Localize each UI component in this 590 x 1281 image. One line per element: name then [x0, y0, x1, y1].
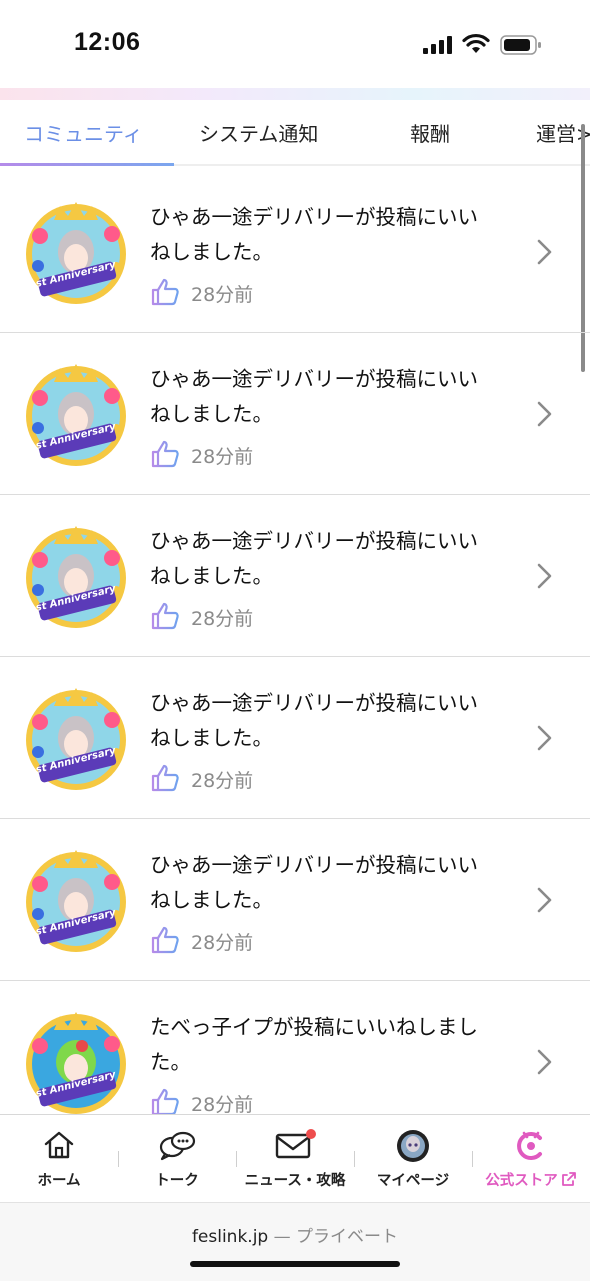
user-avatar-badge — [26, 526, 126, 628]
notification-message: たべっ子イプが投稿にいいねしまし た。 — [150, 1010, 520, 1080]
notification-row[interactable]: 1st Anniversary ひゃあ一途デリバリーが投稿にいい ねしました。 … — [0, 494, 590, 657]
nav-label: トーク — [155, 1173, 199, 1189]
clock-time: 12:06 — [74, 28, 141, 56]
notification-list: 1st Anniversary ひゃあ一途デリバリーが投稿にいい ねしました。 … — [0, 170, 590, 1114]
tab-rewards[interactable]: 報酬 — [410, 118, 450, 147]
user-avatar-badge — [26, 202, 126, 304]
notification-row[interactable]: 1st Anniversary ひゃあ一途デリバリーが投稿にいい ねしました。 … — [0, 656, 590, 819]
notification-text-line1: ひゃあ一途デリバリーが投稿にいい — [150, 205, 478, 229]
cellular-signal-icon — [423, 36, 452, 54]
notification-message: ひゃあ一途デリバリーが投稿にいい ねしました。 — [150, 362, 520, 432]
nav-label: ニュース・攻略 — [244, 1173, 346, 1189]
notification-message: ひゃあ一途デリバリーが投稿にいい ねしました。 — [150, 524, 520, 594]
notification-text-line2: た。 — [150, 1050, 191, 1074]
notification-text-line2: ねしました。 — [150, 564, 273, 588]
notification-time: 28分前 — [191, 932, 254, 954]
thumbs-up-icon — [151, 440, 179, 468]
notification-text-line2: ねしました。 — [150, 240, 273, 264]
chevron-right-icon[interactable] — [536, 886, 554, 914]
notification-tabs: コミュニティ システム通知 報酬 運営> — [0, 100, 590, 166]
url-domain: feslink.jp — [191, 1227, 269, 1247]
private-mode-label: — プライベート — [273, 1227, 399, 1247]
nav-news[interactable]: ニュース・攻略 — [236, 1115, 354, 1203]
nav-home[interactable]: ホーム — [0, 1115, 118, 1203]
chevron-right-icon[interactable] — [536, 562, 554, 590]
thumbs-up-icon — [151, 1088, 179, 1114]
notification-text-line1: ひゃあ一途デリバリーが投稿にいい — [150, 691, 478, 715]
nav-label: マイページ — [376, 1173, 450, 1189]
notification-message: ひゃあ一途デリバリーが投稿にいい ねしました。 — [150, 686, 520, 756]
notification-text-line2: ねしました。 — [150, 888, 273, 912]
store-label: 公式ストア — [485, 1173, 558, 1189]
store-icon — [517, 1131, 542, 1160]
external-link-icon — [561, 1172, 576, 1186]
chevron-right-icon[interactable] — [536, 400, 554, 428]
notification-message: ひゃあ一途デリバリーが投稿にいい ねしました。 — [150, 848, 520, 918]
mail-icon — [275, 1129, 316, 1159]
nav-mypage[interactable]: マイページ — [354, 1115, 472, 1203]
url-display[interactable]: feslink.jp — プライベート — [0, 1222, 590, 1247]
notification-time: 28分前 — [191, 770, 254, 792]
home-icon — [44, 1131, 74, 1159]
thumbs-up-icon — [151, 278, 179, 306]
nav-talk[interactable]: トーク — [118, 1115, 236, 1203]
chat-icon — [159, 1131, 196, 1161]
notification-time: 28分前 — [191, 446, 254, 468]
chevron-right-icon[interactable] — [536, 1048, 554, 1076]
notification-row[interactable]: 1st Anniversary ひゃあ一途デリバリーが投稿にいい ねしました。 … — [0, 170, 590, 333]
home-indicator[interactable] — [190, 1261, 400, 1267]
thumbs-up-icon — [151, 602, 179, 630]
notification-text-line1: たべっ子イプが投稿にいいねしまし — [150, 1015, 478, 1039]
notification-row[interactable]: 1st Anniversary たべっ子イプが投稿にいいねしまし た。 28分前 — [0, 980, 590, 1114]
status-bar: 12:06 — [0, 0, 590, 88]
notification-text-line2: ねしました。 — [150, 726, 273, 750]
notification-text-line1: ひゃあ一途デリバリーが投稿にいい — [150, 367, 478, 391]
notification-time: 28分前 — [191, 1094, 254, 1114]
nav-label: 公式ストア — [472, 1169, 590, 1190]
notification-message: ひゃあ一途デリバリーが投稿にいい ねしました。 — [150, 200, 520, 270]
profile-avatar-icon — [397, 1130, 429, 1162]
user-avatar-badge — [26, 364, 126, 466]
notification-text-line1: ひゃあ一途デリバリーが投稿にいい — [150, 529, 478, 553]
browser-address-bar[interactable]: feslink.jp — プライベート — [0, 1202, 590, 1281]
notification-time: 28分前 — [191, 284, 254, 306]
nav-official-store[interactable]: 公式ストア — [472, 1115, 590, 1203]
active-tab-underline — [0, 163, 174, 166]
thumbs-up-icon — [151, 926, 179, 954]
thumbs-up-icon — [151, 764, 179, 792]
tab-system-notice[interactable]: システム通知 — [199, 118, 318, 147]
bottom-navigation: ホーム トーク ニュース・攻略 マイページ 公式ストア — [0, 1114, 590, 1203]
battery-icon — [500, 35, 541, 55]
nav-label: ホーム — [37, 1173, 81, 1189]
notification-row[interactable]: 1st Anniversary ひゃあ一途デリバリーが投稿にいい ねしました。 … — [0, 818, 590, 981]
header-gradient-strip — [0, 88, 590, 100]
tab-community[interactable]: コミュニティ — [24, 118, 143, 147]
notification-row[interactable]: 1st Anniversary ひゃあ一途デリバリーが投稿にいい ねしました。 … — [0, 332, 590, 495]
notification-text-line1: ひゃあ一途デリバリーが投稿にいい — [150, 853, 478, 877]
notification-dot — [306, 1129, 316, 1139]
notification-time: 28分前 — [191, 608, 254, 630]
chevron-right-icon[interactable] — [536, 724, 554, 752]
chevron-right-icon[interactable] — [536, 238, 554, 266]
notification-text-line2: ねしました。 — [150, 402, 273, 426]
user-avatar-badge — [26, 850, 126, 952]
wifi-icon — [462, 33, 490, 53]
user-avatar-badge — [26, 688, 126, 790]
